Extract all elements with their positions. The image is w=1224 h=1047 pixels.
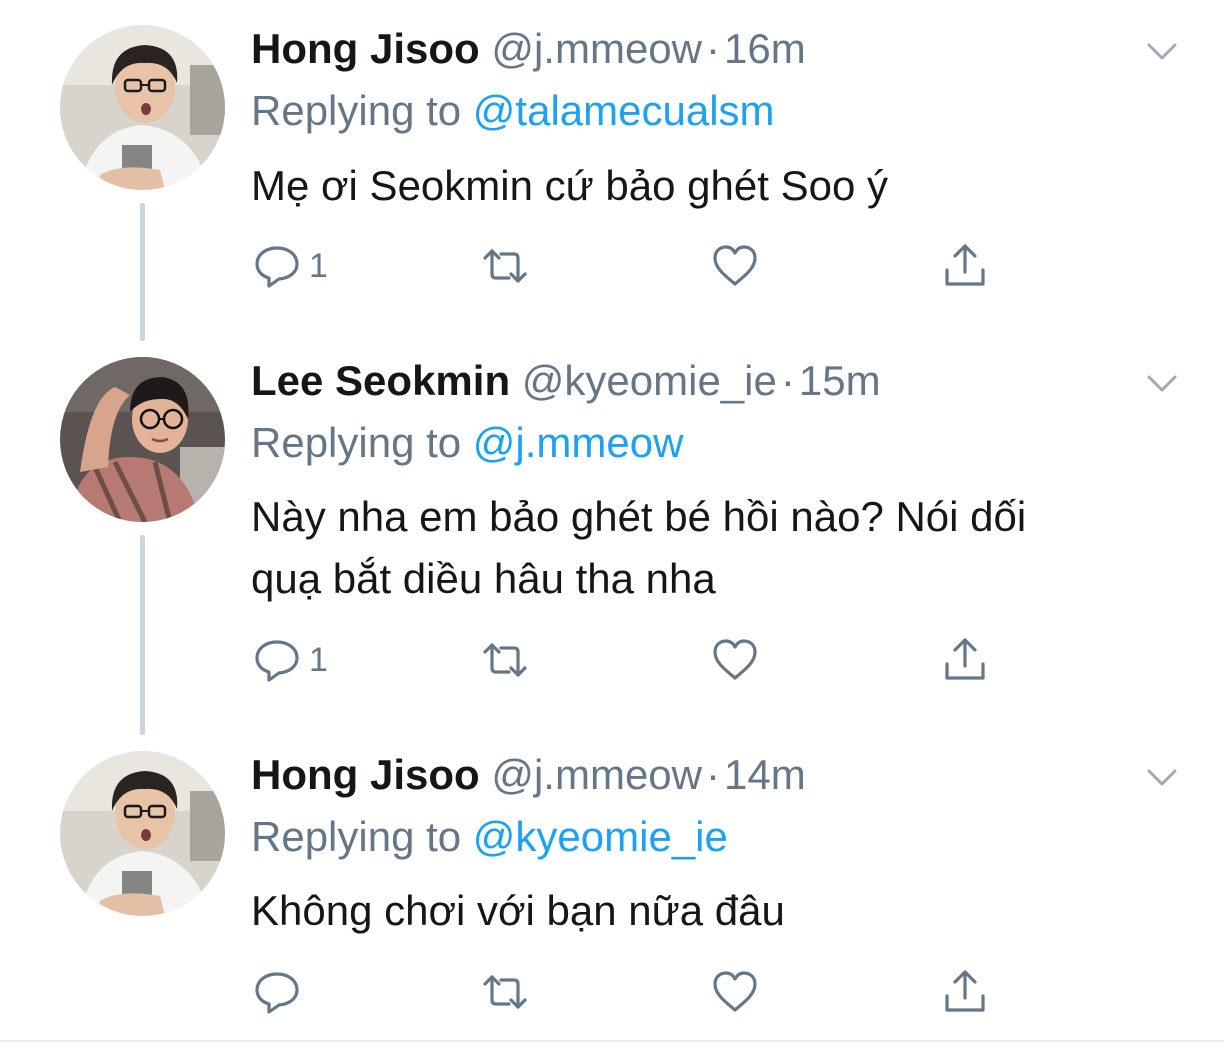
mention-link[interactable]: @kyeomie_ie [473, 813, 728, 860]
replying-to: Replying to @kyeomie_ie [251, 808, 728, 866]
avatar-lee-seokmin[interactable] [60, 357, 225, 522]
tweet[interactable]: Hong Jisoo @j.mmeow·16m Replying to @tal… [0, 20, 1224, 320]
replying-prefix: Replying to [251, 813, 462, 860]
mention-link[interactable]: @talamecualsm [473, 87, 775, 134]
reply-button[interactable]: 1 [251, 238, 328, 294]
like-button[interactable] [709, 632, 761, 688]
tweet-text-line: quạ bắt diều hâu tha nha [251, 555, 716, 602]
separator-dot: · [780, 357, 795, 404]
separator-dot: · [706, 751, 720, 798]
tweet-thread: Hong Jisoo @j.mmeow·16m Replying to @tal… [0, 0, 1224, 1047]
author-handle[interactable]: @j.mmeow [491, 751, 702, 798]
share-button[interactable] [939, 964, 991, 1020]
like-button[interactable] [709, 238, 761, 294]
tweet-text: Này nha em bảo ghét bé hồi nào? Nói dối … [251, 486, 1181, 610]
tweet[interactable]: Lee Seokmin @kyeomie_ie·15m Replying to … [0, 352, 1224, 712]
like-button[interactable] [709, 964, 761, 1020]
retweet-icon [479, 240, 531, 292]
reply-count: 1 [309, 246, 328, 285]
reply-icon [251, 240, 303, 292]
tweet-text: Mẹ ơi Seokmin cứ bảo ghét Soo ý [251, 162, 888, 209]
tweet-actions: 1 [251, 632, 1011, 688]
replying-to: Replying to @talamecualsm [251, 82, 775, 140]
share-icon [939, 634, 991, 686]
share-button[interactable] [939, 632, 991, 688]
chevron-down-icon[interactable] [1141, 756, 1183, 798]
tweet[interactable]: Hong Jisoo @j.mmeow·14m Replying to @kye… [0, 746, 1224, 1036]
author-handle[interactable]: @kyeomie_ie [522, 357, 777, 404]
separator-dot: · [706, 25, 720, 72]
tweet-header: Lee Seokmin @kyeomie_ie·15m [251, 352, 881, 410]
reply-button[interactable] [251, 964, 309, 1020]
author-handle[interactable]: @j.mmeow [491, 25, 702, 72]
reply-count: 1 [309, 640, 328, 679]
tweet-text-line: Này nha em bảo ghét bé hồi nào? Nói dối [251, 493, 1027, 540]
replying-prefix: Replying to [251, 87, 462, 134]
heart-icon [709, 966, 761, 1018]
avatar-hong-jisoo[interactable] [60, 751, 225, 916]
tweet-header: Hong Jisoo @j.mmeow·16m [251, 20, 806, 78]
tweet-time[interactable]: 16m [724, 25, 806, 72]
share-icon [939, 966, 991, 1018]
retweet-icon [479, 634, 531, 686]
avatar-hong-jisoo[interactable] [60, 25, 225, 190]
chevron-down-icon[interactable] [1141, 30, 1183, 72]
author-name[interactable]: Lee Seokmin [251, 357, 510, 404]
tweet-actions [251, 964, 1011, 1020]
share-button[interactable] [939, 238, 991, 294]
replying-to: Replying to @j.mmeow [251, 414, 683, 472]
tweet-text: Không chơi với bạn nữa đâu [251, 887, 785, 934]
chevron-down-icon[interactable] [1141, 362, 1183, 404]
divider [0, 1040, 1224, 1042]
heart-icon [709, 240, 761, 292]
reply-button[interactable]: 1 [251, 632, 328, 688]
tweet-actions: 1 [251, 238, 1011, 294]
replying-prefix: Replying to [251, 419, 462, 466]
retweet-button[interactable] [479, 964, 531, 1020]
tweet-time[interactable]: 15m [799, 357, 881, 404]
share-icon [939, 240, 991, 292]
heart-icon [709, 634, 761, 686]
reply-icon [251, 966, 303, 1018]
author-name[interactable]: Hong Jisoo [251, 751, 480, 798]
tweet-header: Hong Jisoo @j.mmeow·14m [251, 746, 806, 804]
author-name[interactable]: Hong Jisoo [251, 25, 480, 72]
reply-icon [251, 634, 303, 686]
tweet-time[interactable]: 14m [724, 751, 806, 798]
retweet-button[interactable] [479, 632, 531, 688]
retweet-button[interactable] [479, 238, 531, 294]
mention-link[interactable]: @j.mmeow [473, 419, 684, 466]
retweet-icon [479, 966, 531, 1018]
